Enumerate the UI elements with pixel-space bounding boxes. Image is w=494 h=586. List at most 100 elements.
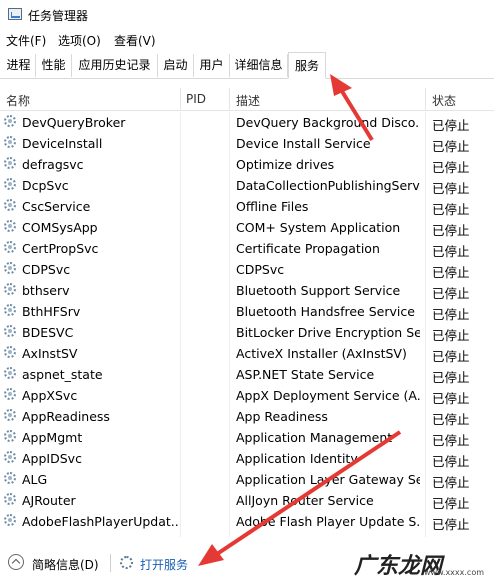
service-status: 已停止 xyxy=(432,517,470,532)
watermark-url: www.xxxx.com xyxy=(424,568,485,577)
service-row[interactable]: CertPropSvc Certificate Propagation 已停止 xyxy=(0,238,494,259)
service-description: Application Management xyxy=(236,430,393,445)
service-name: AppReadiness xyxy=(22,409,110,424)
service-status: 已停止 xyxy=(432,496,470,511)
service-name: bthserv xyxy=(22,283,70,298)
service-status: 已停止 xyxy=(432,433,470,448)
service-status: 已停止 xyxy=(432,391,470,406)
service-name: DcpSvc xyxy=(22,178,69,193)
tab-performance[interactable]: 性能 xyxy=(36,54,72,77)
service-row[interactable]: DcpSvc DataCollectionPublishingServi... 已停… xyxy=(0,175,494,196)
title-bar: 任务管理器 xyxy=(0,0,494,28)
service-gear-icon xyxy=(4,304,16,316)
service-status: 已停止 xyxy=(432,370,470,385)
services-list: DevQueryBroker DevQuery Background Disco.… xyxy=(0,112,494,537)
column-divider[interactable] xyxy=(229,88,230,110)
column-header: 名称 PID 描述 状态 xyxy=(0,88,494,111)
service-status: 已停止 xyxy=(432,223,470,238)
fewer-details-button[interactable]: 简略信息(D) xyxy=(32,556,99,573)
service-description: DevQuery Background Disco... xyxy=(236,115,420,130)
service-name: AJRouter xyxy=(22,493,76,508)
service-gear-icon xyxy=(4,157,16,169)
service-status: 已停止 xyxy=(432,244,470,259)
service-row[interactable]: AppMgmt Application Management 已停止 xyxy=(0,427,494,448)
service-name: defragsvc xyxy=(22,157,84,172)
service-row[interactable]: CscService Offline Files 已停止 xyxy=(0,196,494,217)
service-description: AppX Deployment Service (A... xyxy=(236,388,420,403)
service-description: ActiveX Installer (AxInstSV) xyxy=(236,346,407,361)
service-description: Application Layer Gateway Se... xyxy=(236,472,420,487)
column-status[interactable]: 状态 xyxy=(432,92,456,109)
service-status: 已停止 xyxy=(432,475,470,490)
service-gear-icon xyxy=(4,514,16,526)
tab-processes[interactable]: 进程 xyxy=(2,54,36,77)
service-row[interactable]: CDPSvc CDPSvc 已停止 xyxy=(0,259,494,280)
service-row[interactable]: AJRouter AllJoyn Router Service 已停止 xyxy=(0,490,494,511)
service-row[interactable]: DevQueryBroker DevQuery Background Disco.… xyxy=(0,112,494,133)
window-title: 任务管理器 xyxy=(28,9,89,23)
service-row[interactable]: AppReadiness App Readiness 已停止 xyxy=(0,406,494,427)
tab-users[interactable]: 用户 xyxy=(194,54,230,77)
service-status: 已停止 xyxy=(432,139,470,154)
menu-file[interactable]: 文件(F) xyxy=(6,32,46,49)
service-description: App Readiness xyxy=(236,409,328,424)
gear-icon xyxy=(120,556,133,569)
service-status: 已停止 xyxy=(432,412,470,427)
open-services-link[interactable]: 打开服务 xyxy=(140,556,188,573)
tab-bar: 进程 性能 应用历史记录 启动 用户 详细信息 服务 xyxy=(0,52,494,79)
service-row[interactable]: BDESVC BitLocker Drive Encryption Se... 已停… xyxy=(0,322,494,343)
column-divider[interactable] xyxy=(425,88,426,110)
service-name: DevQueryBroker xyxy=(22,115,126,130)
service-status: 已停止 xyxy=(432,328,470,343)
service-row[interactable]: defragsvc Optimize drives 已停止 xyxy=(0,154,494,175)
service-name: AppIDSvc xyxy=(22,451,82,466)
column-divider[interactable] xyxy=(180,88,181,110)
service-gear-icon xyxy=(4,472,16,484)
service-description: COM+ System Application xyxy=(236,220,401,235)
service-description: AllJoyn Router Service xyxy=(236,493,374,508)
service-status: 已停止 xyxy=(432,454,470,469)
service-row[interactable]: AdobeFlashPlayerUpdat... Adobe Flash Play… xyxy=(0,511,494,532)
service-row[interactable]: aspnet_state ASP.NET State Service 已停止 xyxy=(0,364,494,385)
service-name: COMSysApp xyxy=(22,220,98,235)
service-description: Device Install Service xyxy=(236,136,371,151)
tab-details[interactable]: 详细信息 xyxy=(230,54,288,77)
service-row[interactable]: AppIDSvc Application Identity 已停止 xyxy=(0,448,494,469)
service-row[interactable]: DeviceInstall Device Install Service 已停止 xyxy=(0,133,494,154)
service-name: CertPropSvc xyxy=(22,241,99,256)
service-row[interactable]: bthserv Bluetooth Support Service 已停止 xyxy=(0,280,494,301)
service-name: CDPSvc xyxy=(22,262,71,277)
service-status: 已停止 xyxy=(432,286,470,301)
service-gear-icon xyxy=(4,388,16,400)
service-gear-icon xyxy=(4,409,16,421)
tab-app-history[interactable]: 应用历史记录 xyxy=(72,54,158,77)
service-gear-icon xyxy=(4,199,16,211)
footer-divider xyxy=(110,554,111,572)
service-name: BthHFSrv xyxy=(22,304,81,319)
service-status: 已停止 xyxy=(432,265,470,280)
tab-startup[interactable]: 启动 xyxy=(158,54,194,77)
service-description: Optimize drives xyxy=(236,157,335,172)
service-description: Certificate Propagation xyxy=(236,241,380,256)
chevron-up-icon[interactable] xyxy=(8,554,24,570)
service-gear-icon xyxy=(4,241,16,253)
menu-bar: 文件(F) 选项(O) 查看(V) xyxy=(0,30,494,50)
column-description[interactable]: 描述 xyxy=(236,92,260,109)
service-status: 已停止 xyxy=(432,181,470,196)
service-name: DeviceInstall xyxy=(22,136,103,151)
service-description: DataCollectionPublishingServi... xyxy=(236,178,420,193)
menu-view[interactable]: 查看(V) xyxy=(114,32,156,49)
service-description: Application Identity xyxy=(236,451,358,466)
service-name: BDESVC xyxy=(22,325,74,340)
service-gear-icon xyxy=(4,367,16,379)
service-row[interactable]: BthHFSrv Bluetooth Handsfree Service 已停止 xyxy=(0,301,494,322)
tab-services[interactable]: 服务 xyxy=(288,52,326,79)
column-pid[interactable]: PID xyxy=(186,92,206,106)
menu-options[interactable]: 选项(O) xyxy=(58,32,101,49)
column-name[interactable]: 名称 xyxy=(6,92,30,109)
service-gear-icon xyxy=(4,115,16,127)
service-row[interactable]: AppXSvc AppX Deployment Service (A... 已停止 xyxy=(0,385,494,406)
service-row[interactable]: AxInstSV ActiveX Installer (AxInstSV) 已停止 xyxy=(0,343,494,364)
service-row[interactable]: ALG Application Layer Gateway Se... 已停止 xyxy=(0,469,494,490)
service-row[interactable]: COMSysApp COM+ System Application 已停止 xyxy=(0,217,494,238)
